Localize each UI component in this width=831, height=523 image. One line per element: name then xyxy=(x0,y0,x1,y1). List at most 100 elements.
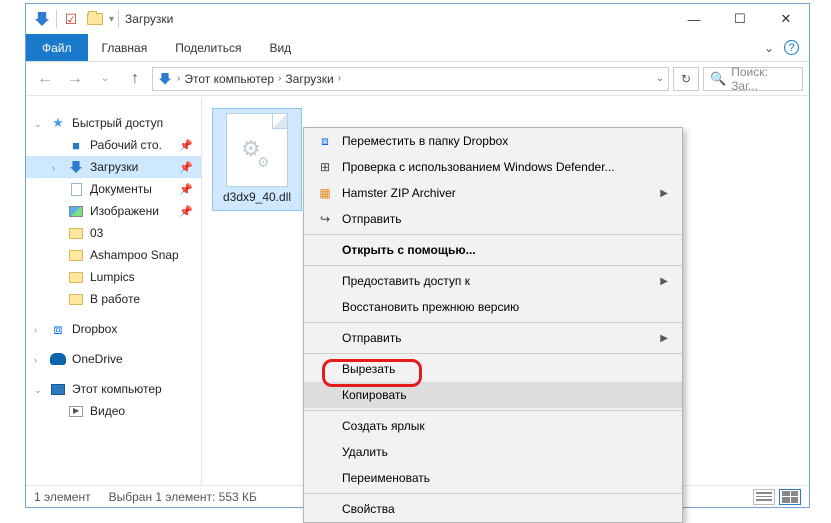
search-placeholder: Поиск: Заг... xyxy=(731,65,796,93)
view-details-button[interactable] xyxy=(753,489,775,505)
breadcrumb-this-pc[interactable]: Этот компьютер xyxy=(184,72,274,86)
sidebar-item-folder[interactable]: Ashampoo Snap xyxy=(26,244,201,266)
context-menu-item[interactable]: Предоставить доступ к▶ xyxy=(304,268,682,294)
context-menu-item[interactable]: ⊞ Проверка с использованием Windows Defen… xyxy=(304,154,682,180)
dropbox-icon: ⧈ xyxy=(50,321,66,337)
refresh-button[interactable]: ↻ xyxy=(673,67,699,91)
minimize-button[interactable]: — xyxy=(671,4,717,34)
window-title: Загрузки xyxy=(125,12,173,26)
sidebar-item-label: 03 xyxy=(90,226,103,240)
chevron-right-icon[interactable]: › xyxy=(177,73,180,84)
separator xyxy=(56,10,57,28)
context-menu-label: Проверка с использованием Windows Defend… xyxy=(342,160,615,174)
video-icon xyxy=(68,403,84,419)
context-menu-label: Переместить в папку Dropbox xyxy=(342,134,508,148)
view-tiles-button[interactable] xyxy=(779,489,801,505)
tab-view[interactable]: Вид xyxy=(255,34,305,61)
context-menu-item[interactable]: Восстановить прежнюю версию xyxy=(304,294,682,320)
sidebar-item-label: Документы xyxy=(90,182,152,196)
breadcrumb-downloads[interactable]: Загрузки xyxy=(285,72,333,86)
context-menu-item[interactable]: Переименовать xyxy=(304,465,682,491)
sidebar-this-pc[interactable]: ⌄ Этот компьютер xyxy=(26,378,201,400)
context-menu: ⧈Переместить в папку Dropbox ⊞ Проверка с … xyxy=(303,127,683,523)
sidebar-item-desktop[interactable]: ■ Рабочий сто. 📌 xyxy=(26,134,201,156)
context-menu-label: Удалить xyxy=(342,445,388,459)
pin-icon: 📌 xyxy=(179,139,193,152)
chevron-right-icon[interactable]: › xyxy=(338,73,341,84)
sidebar-dropbox[interactable]: › ⧈ Dropbox xyxy=(26,318,201,340)
nav-forward-button[interactable]: → xyxy=(62,66,88,92)
chevron-right-icon[interactable]: › xyxy=(278,73,281,84)
sidebar-quick-access[interactable]: ⌄ ★ Быстрый доступ xyxy=(26,112,201,134)
help-icon[interactable]: ? xyxy=(784,40,799,55)
sidebar-item-documents[interactable]: Документы 📌 xyxy=(26,178,201,200)
context-menu-item[interactable]: Создать ярлык xyxy=(304,413,682,439)
star-icon: ★ xyxy=(50,115,66,131)
sidebar-item-label: Этот компьютер xyxy=(72,382,162,396)
ribbon-tabs: Файл Главная Поделиться Вид ⌄ ? xyxy=(26,34,809,62)
maximize-button[interactable]: ☐ xyxy=(717,4,763,34)
context-menu-item[interactable]: ↪ Отправить xyxy=(304,206,682,232)
status-selection: Выбран 1 элемент: 553 КБ xyxy=(109,490,257,504)
context-menu-separator xyxy=(304,353,682,354)
nav-up-button[interactable]: ↑ xyxy=(122,66,148,92)
tab-file[interactable]: Файл xyxy=(26,34,88,61)
context-menu-item[interactable]: ⧈Переместить в папку Dropbox xyxy=(304,128,682,154)
qat-newfolder-icon[interactable] xyxy=(85,9,105,29)
folder-icon xyxy=(68,247,84,263)
sidebar-item-label: Изображени xyxy=(90,204,159,218)
shield-icon: ⊞ xyxy=(314,160,336,174)
chevron-right-icon: ▶ xyxy=(660,188,668,199)
sidebar-item-label: Рабочий сто. xyxy=(90,138,162,152)
sidebar-item-folder[interactable]: 03 xyxy=(26,222,201,244)
folder-icon xyxy=(68,291,84,307)
nav-back-button[interactable]: ← xyxy=(32,66,58,92)
file-item[interactable]: ⚙ ⚙ d3dx9_40.dll xyxy=(212,108,302,211)
context-menu-item[interactable]: Копировать xyxy=(304,382,682,408)
file-thumbnail: ⚙ ⚙ xyxy=(226,113,288,187)
doc-icon xyxy=(68,181,84,197)
context-menu-item[interactable]: Вырезать xyxy=(304,356,682,382)
pin-icon: 📌 xyxy=(179,205,193,218)
nav-history-dropdown[interactable]: ⌄ xyxy=(92,66,118,92)
context-menu-item[interactable]: Удалить xyxy=(304,439,682,465)
search-icon: 🔍 xyxy=(710,71,726,87)
tab-share[interactable]: Поделиться xyxy=(161,34,255,61)
sidebar-item-label: Ashampoo Snap xyxy=(90,248,179,262)
sidebar-item-videos[interactable]: Видео xyxy=(26,400,201,422)
tab-home[interactable]: Главная xyxy=(88,34,162,61)
status-count: 1 элемент xyxy=(34,490,91,504)
context-menu-item[interactable]: ▦Hamster ZIP Archiver▶ xyxy=(304,180,682,206)
context-menu-label: Свойства xyxy=(342,502,395,516)
sidebar-item-downloads[interactable]: › Загрузки 📌 xyxy=(26,156,201,178)
gear-icon: ⚙ xyxy=(257,154,270,171)
context-menu-item[interactable]: Открыть с помощью... xyxy=(304,237,682,263)
folder-icon xyxy=(68,225,84,241)
address-dropdown-icon[interactable]: ⌄ xyxy=(656,73,664,84)
context-menu-label: Создать ярлык xyxy=(342,419,425,433)
context-menu-label: Переименовать xyxy=(342,471,430,485)
ribbon-collapse-icon[interactable]: ⌄ xyxy=(764,41,774,55)
separator xyxy=(118,10,119,28)
sidebar-item-label: OneDrive xyxy=(72,352,123,366)
address-bar[interactable]: › Этот компьютер › Загрузки › ⌄ xyxy=(152,67,669,91)
context-menu-label: Предоставить доступ к xyxy=(342,274,470,288)
share-icon: ↪ xyxy=(314,212,336,226)
downloads-icon xyxy=(159,73,171,85)
qat-down-icon[interactable] xyxy=(32,9,52,29)
hamster-icon: ▦ xyxy=(314,186,336,200)
sidebar-onedrive[interactable]: › OneDrive xyxy=(26,348,201,370)
sidebar-item-pictures[interactable]: Изображени 📌 xyxy=(26,200,201,222)
context-menu-separator xyxy=(304,265,682,266)
sidebar-item-folder[interactable]: Lumpics xyxy=(26,266,201,288)
pictures-icon xyxy=(68,203,84,219)
qat-dropdown-icon[interactable]: ▾ xyxy=(109,14,114,25)
context-menu-item[interactable]: Отправить▶ xyxy=(304,325,682,351)
search-input[interactable]: 🔍 Поиск: Заг... xyxy=(703,67,803,91)
sidebar-item-folder[interactable]: В работе xyxy=(26,288,201,310)
context-menu-label: Отправить xyxy=(342,212,402,226)
context-menu-separator xyxy=(304,322,682,323)
close-button[interactable]: ✕ xyxy=(763,4,809,34)
qat-properties-icon[interactable]: ☑ xyxy=(61,9,81,29)
context-menu-item[interactable]: Свойства xyxy=(304,496,682,522)
